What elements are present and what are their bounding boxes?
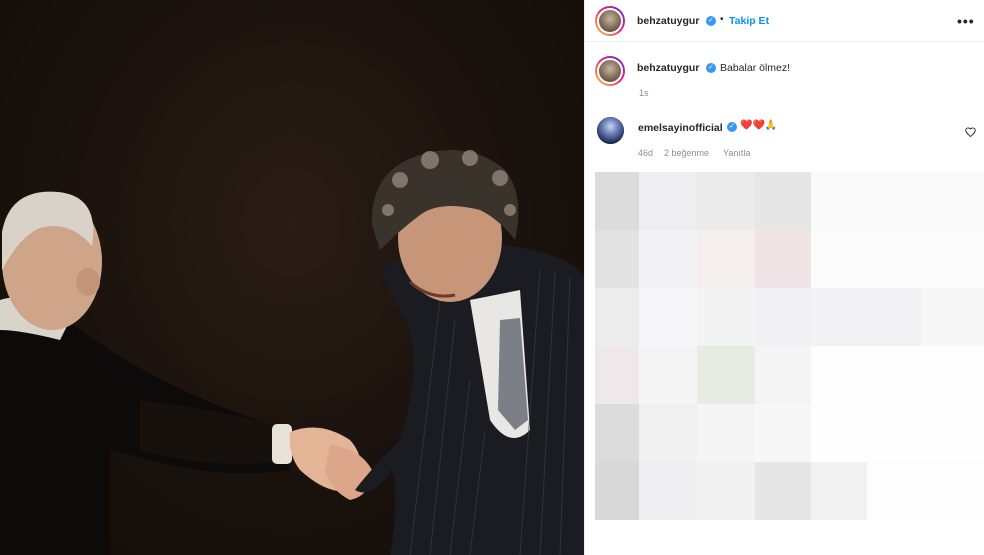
verified-badge-icon: ✓ [727, 122, 737, 132]
caption-text: Babalar ölmez! [720, 62, 791, 74]
comment-username[interactable]: emelsayinofficial [638, 122, 723, 134]
header-separator: • [720, 14, 724, 25]
verified-badge-icon: ✓ [706, 63, 716, 73]
blurred-comments-area [585, 172, 984, 555]
comment-likes[interactable]: 2 beğenme [664, 148, 709, 158]
heart-outline-icon[interactable] [965, 124, 976, 142]
comment-timestamp: 46d [638, 148, 654, 158]
post-header: behzatuygur ✓ • Takip Et ••• [585, 0, 984, 42]
author-avatar[interactable] [595, 6, 625, 36]
commenter-avatar[interactable] [597, 117, 624, 144]
author-username[interactable]: behzatuygur [637, 15, 699, 27]
photo-illustration [0, 150, 584, 555]
follow-button[interactable]: Takip Et [729, 15, 769, 27]
comment-text: ❤️❤️🙏 [740, 120, 778, 131]
reply-button[interactable]: Yanıtla [723, 148, 750, 158]
caption-username[interactable]: behzatuygur [637, 62, 699, 74]
post-side-panel: behzatuygur ✓ • Takip Et ••• behzatuygur… [584, 0, 984, 555]
more-options-icon[interactable]: ••• [957, 13, 975, 29]
caption-timestamp: 1s [639, 88, 649, 98]
caption-avatar[interactable] [595, 56, 625, 86]
post-photo [0, 0, 584, 555]
verified-badge-icon: ✓ [706, 16, 716, 26]
